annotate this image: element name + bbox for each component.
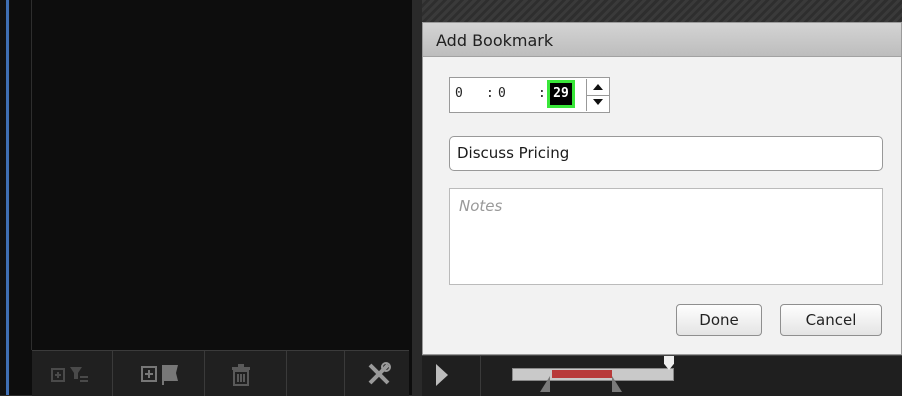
bookmark-toolbar	[32, 350, 409, 396]
toolbar-separator	[286, 351, 287, 396]
notes-textarea[interactable]: Notes	[449, 188, 883, 285]
decrement-arrow-icon[interactable]	[587, 95, 609, 111]
delete-icon	[232, 364, 250, 386]
add-filter-button[interactable]	[50, 361, 94, 387]
time-separator: :	[486, 86, 494, 101]
time-spinner	[586, 79, 609, 111]
time-separator: :	[538, 86, 546, 101]
range-start-handle[interactable]	[540, 376, 550, 392]
increment-arrow-icon[interactable]	[587, 79, 609, 96]
add-filter-icon	[51, 367, 88, 382]
time-stepper[interactable]: 0 : 0 : 29	[449, 77, 610, 113]
delete-bookmark-button[interactable]	[230, 361, 254, 387]
header-hatch	[422, 0, 902, 22]
add-bookmark-button[interactable]	[140, 361, 190, 387]
dialog-titlebar: Add Bookmark	[423, 23, 901, 57]
minutes-field[interactable]: 0	[498, 86, 506, 101]
notes-placeholder: Notes	[459, 197, 503, 215]
accent-stripe	[6, 0, 9, 395]
dialog-title: Add Bookmark	[436, 31, 554, 50]
cancel-button[interactable]: Cancel	[780, 304, 882, 336]
hours-field[interactable]: 0	[455, 86, 463, 101]
tools-icon	[368, 362, 391, 385]
toolbar-separator	[112, 351, 113, 396]
add-bookmark-icon	[141, 365, 178, 385]
tools-button[interactable]	[366, 361, 392, 387]
toolbar-separator	[204, 351, 205, 396]
seconds-field[interactable]: 29	[547, 80, 575, 108]
toolbar-separator	[344, 351, 345, 396]
play-icon[interactable]	[436, 364, 448, 386]
timeline-separator	[480, 356, 481, 396]
timeline-bar	[422, 355, 902, 396]
add-bookmark-dialog: Add Bookmark 0 : 0 : 29 Discuss Pricing …	[422, 22, 902, 355]
bookmark-name-input[interactable]: Discuss Pricing	[449, 136, 883, 171]
panel-divider	[31, 0, 32, 350]
range-end-handle[interactable]	[612, 376, 622, 392]
selected-range	[552, 370, 612, 378]
bookmark-list-panel	[10, 0, 412, 395]
done-button[interactable]: Done	[676, 304, 762, 336]
